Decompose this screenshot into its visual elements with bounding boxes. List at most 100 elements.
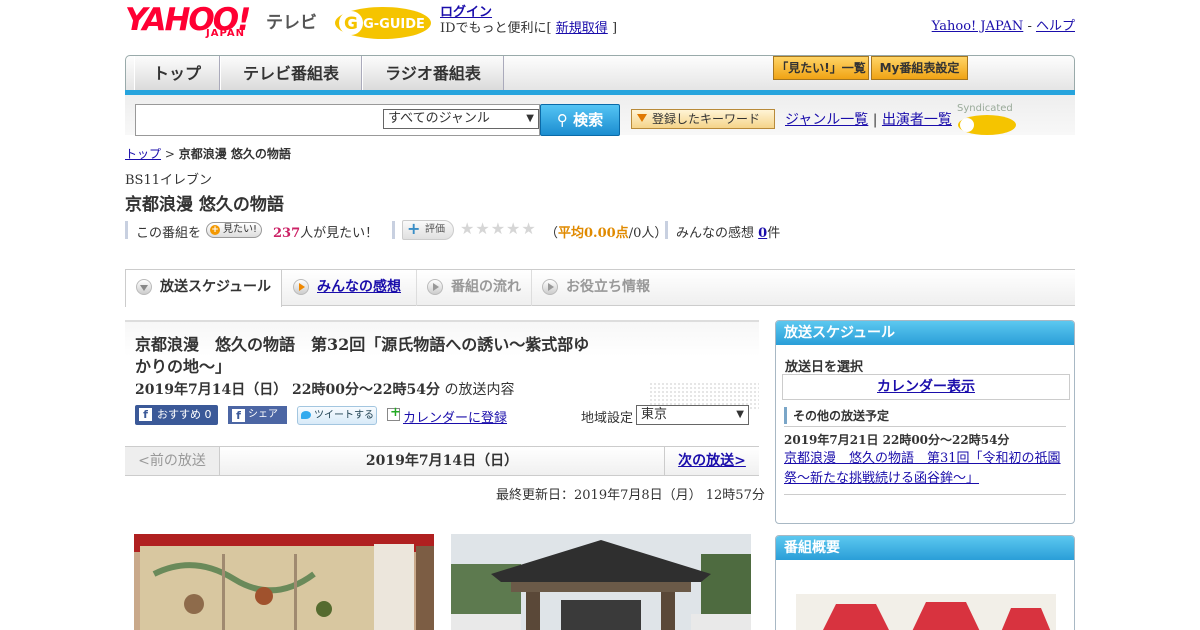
episode-datetime-suffix: の放送内容 bbox=[444, 382, 515, 398]
tab-label: みんなの感想 bbox=[317, 279, 401, 295]
episode-photo-temple bbox=[451, 534, 751, 630]
play-arrow-icon bbox=[293, 279, 309, 295]
calendar-display-button[interactable]: カレンダー表示 bbox=[782, 374, 1070, 400]
tab-program-flow: 番組の流れ bbox=[417, 270, 532, 306]
calendar-register[interactable]: カレンダーに登録 bbox=[387, 405, 507, 426]
tv-logo-text[interactable]: テレビ bbox=[266, 8, 317, 33]
impressions: みんなの感想 0件 bbox=[676, 222, 780, 241]
performer-list-link[interactable]: 出演者一覧 bbox=[882, 112, 952, 128]
facebook-share-button[interactable]: f シェア bbox=[228, 406, 287, 424]
search-icon: ⚲ bbox=[556, 111, 568, 129]
divider bbox=[784, 426, 1066, 427]
login-link[interactable]: ログイン bbox=[440, 5, 492, 20]
tab-label: 番組の流れ bbox=[451, 279, 521, 295]
search-button[interactable]: ⚲ 検索 bbox=[540, 104, 620, 136]
gguide-logo-icon: G G-GUIDE bbox=[335, 7, 431, 39]
chevron-down-icon bbox=[136, 279, 152, 295]
syndicated-label: Syndicated bbox=[957, 103, 1075, 136]
rating-button-label: 評価 bbox=[425, 224, 445, 235]
breadcrumb-top-link[interactable]: トップ bbox=[125, 147, 161, 161]
top-right-links: Yahoo! JAPAN - ヘルプ bbox=[932, 15, 1075, 34]
facebook-share-label: シェア bbox=[248, 409, 278, 420]
genre-list-link[interactable]: ジャンル一覧 bbox=[785, 112, 868, 128]
tweet-button[interactable]: ツイートする bbox=[297, 406, 377, 425]
login-sub-suffix: ] bbox=[611, 21, 618, 36]
mitai-count: 237 bbox=[273, 226, 301, 241]
rating-stars: ★★★★★ bbox=[460, 219, 537, 238]
syndicated-text: Syndicated bbox=[957, 103, 1013, 114]
plus-icon: + bbox=[407, 219, 421, 238]
plus-icon: + bbox=[210, 225, 220, 235]
last-updated: 最終更新日：2019年7月8日（月） 12時57分 bbox=[496, 488, 765, 503]
rating-summary: （平均0.00点/0人） bbox=[545, 222, 667, 241]
genre-select-value: すべてのジャンル bbox=[388, 111, 490, 126]
nav-tab-top[interactable]: トップ bbox=[134, 56, 220, 91]
svg-text:G: G bbox=[344, 14, 358, 34]
share-row: f おすすめ 0 f シェア ツイートする カレンダーに登録 地域設定 東京 ▼ bbox=[125, 405, 759, 427]
broadcast-schedule-box: 放送スケジュール 放送日を選択 カレンダー表示 その他の放送予定 2019年7月… bbox=[775, 320, 1075, 524]
breadcrumb-current: 京都浪漫 悠久の物語 bbox=[178, 147, 291, 161]
mitai-list-button[interactable]: 「見たい!」一覧 bbox=[773, 56, 869, 80]
impressions-count-link[interactable]: 0 bbox=[758, 226, 767, 241]
search-bar: すべてのジャンル ▼ ⚲ 検索 登録したキーワード ジャンル一覧 | 出演者一覧… bbox=[125, 95, 1075, 136]
channel-name: BS11イレブン bbox=[125, 173, 213, 188]
impressions-unit: 件 bbox=[767, 226, 781, 241]
nav-tab-radio-listings[interactable]: ラジオ番組表 bbox=[362, 56, 504, 91]
other-broadcast-link[interactable]: 京都浪漫 悠久の物語 第31回「令和初の祇園祭～新たな挑戦続ける函谷鉾～」 bbox=[784, 449, 1069, 489]
rating-count: /0人） bbox=[628, 226, 668, 241]
help-link[interactable]: ヘルプ bbox=[1036, 19, 1075, 34]
episode-panel: 京都浪漫 悠久の物語 第32回「源氏物語への誘い～紫式部ゆかりの地～」 2019… bbox=[125, 320, 759, 410]
tab-useful-info: お役立ち情報 bbox=[532, 270, 662, 306]
mitai-button-label: 見たい! bbox=[223, 224, 258, 235]
search-links-pipe: | bbox=[872, 112, 878, 128]
top-links-separator: - bbox=[1027, 19, 1032, 34]
triangle-down-icon bbox=[637, 114, 647, 122]
breadcrumb-separator: > bbox=[164, 147, 175, 161]
program-stats: この番組を + 見たい! 237人が見たい！ + 評価 ★★★★★ （平均0.0… bbox=[125, 219, 825, 241]
facebook-recommend-button[interactable]: f おすすめ 0 bbox=[135, 405, 218, 425]
area-label: 地域設定 bbox=[581, 411, 634, 426]
program-summary-image bbox=[796, 594, 1056, 630]
gguide-small-logo-icon bbox=[958, 115, 1016, 135]
calendar-display-link[interactable]: カレンダー表示 bbox=[877, 379, 975, 395]
main-nav: トップ テレビ番組表 ラジオ番組表 「見たい!」一覧 My番組表設定 bbox=[125, 55, 1075, 91]
calendar-register-link[interactable]: カレンダーに登録 bbox=[403, 411, 507, 426]
prev-broadcast: <前の放送 bbox=[125, 447, 220, 475]
next-broadcast-link[interactable]: 次の放送> bbox=[664, 447, 759, 475]
rating-button[interactable]: + 評価 bbox=[402, 220, 454, 240]
area-select[interactable]: 東京 ▼ bbox=[636, 405, 749, 425]
tweet-label: ツイートする bbox=[314, 410, 374, 421]
other-broadcasts-heading: その他の放送予定 bbox=[784, 407, 889, 424]
breadcrumb: トップ > 京都浪漫 悠久の物語 bbox=[125, 145, 291, 162]
mitai-suffix: 人が見たい！ bbox=[300, 226, 379, 241]
facebook-recommend-label: おすすめ 0 bbox=[157, 408, 212, 421]
divider bbox=[784, 494, 1066, 495]
tab-label: 放送スケジュール bbox=[160, 279, 272, 295]
search-button-label: 検索 bbox=[573, 111, 604, 129]
my-listings-settings-button[interactable]: My番組表設定 bbox=[871, 56, 968, 80]
program-summary-box: 番組概要 bbox=[775, 535, 1075, 630]
stats-divider bbox=[125, 221, 128, 239]
chevron-down-icon: ▼ bbox=[526, 113, 534, 124]
current-broadcast-date: 2019年7月14日（日） bbox=[365, 453, 519, 469]
registered-keyword-button[interactable]: 登録したキーワード bbox=[631, 109, 775, 129]
stats-divider bbox=[665, 221, 668, 239]
mitai-button[interactable]: + 見たい! bbox=[206, 222, 263, 238]
tab-broadcast-schedule[interactable]: 放送スケジュール bbox=[125, 270, 282, 307]
nav-tab-tv-listings[interactable]: テレビ番組表 bbox=[220, 56, 362, 91]
yahoo-japan-link[interactable]: Yahoo! JAPAN bbox=[932, 19, 1024, 34]
genre-select[interactable]: すべてのジャンル ▼ bbox=[383, 109, 539, 129]
program-tabs: 放送スケジュール みんなの感想 番組の流れ お役立ち情報 bbox=[125, 269, 1075, 307]
register-link[interactable]: 新規取得 bbox=[556, 21, 608, 36]
episode-title: 京都浪漫 悠久の物語 第32回「源氏物語への誘い～紫式部ゆかりの地～」 bbox=[135, 335, 590, 376]
gguide-logo[interactable]: G G-GUIDE bbox=[334, 6, 432, 40]
login-sub-prefix: IDでもっと便利に[ bbox=[440, 21, 552, 36]
rating-open: （ bbox=[545, 226, 559, 241]
area-select-value: 東京 bbox=[641, 407, 668, 422]
temple-gate-image bbox=[451, 534, 751, 630]
tab-impressions[interactable]: みんなの感想 bbox=[283, 270, 417, 306]
page-title: 京都浪漫 悠久の物語 bbox=[125, 195, 284, 215]
program-summary-heading: 番組概要 bbox=[776, 536, 1074, 560]
login-box: ログイン IDでもっと便利に[ 新規取得 ] bbox=[440, 5, 617, 37]
play-arrow-icon bbox=[427, 279, 443, 295]
